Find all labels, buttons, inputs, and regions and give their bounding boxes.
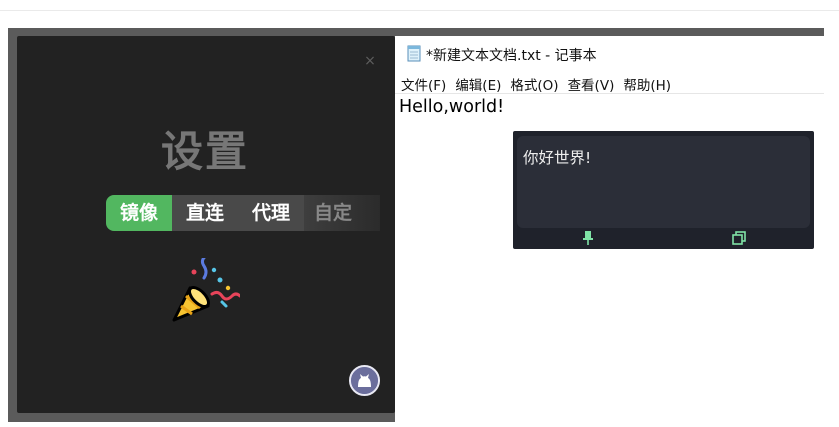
- notepad-icon: [406, 45, 422, 62]
- notepad-menu: 文件(F) 编辑(E) 格式(O) 查看(V) 帮助(H): [401, 74, 671, 94]
- pin-icon[interactable]: [581, 230, 595, 246]
- tab-custom[interactable]: 自定: [304, 195, 380, 231]
- translation-popup: 你好世界!: [513, 131, 814, 249]
- github-icon[interactable]: [349, 365, 380, 396]
- menu-edit[interactable]: 编辑(E): [455, 74, 501, 94]
- translation-text: 你好世界!: [523, 149, 592, 167]
- copy-icon[interactable]: [731, 230, 747, 246]
- party-popper-icon: [168, 254, 242, 328]
- translation-box: 你好世界!: [517, 136, 810, 228]
- menu-view[interactable]: 查看(V): [568, 74, 615, 94]
- menu-format[interactable]: 格式(O): [510, 74, 558, 94]
- menu-help[interactable]: 帮助(H): [623, 74, 671, 94]
- top-divider: [0, 10, 839, 11]
- menu-file[interactable]: 文件(F): [401, 74, 446, 94]
- notepad-title: *新建文本文档.txt - 记事本: [426, 48, 597, 64]
- tab-mirror[interactable]: 镜像: [106, 195, 172, 231]
- tab-proxy[interactable]: 代理: [238, 195, 304, 231]
- menu-divider: [395, 93, 824, 94]
- notepad-titlebar: *新建文本文档.txt - 记事本: [395, 36, 824, 68]
- mode-tabs: 镜像 直连 代理 自定: [106, 195, 380, 231]
- notepad-text-area[interactable]: Hello,world!: [399, 97, 504, 117]
- settings-title: 设置: [160, 127, 249, 176]
- close-icon[interactable]: ×: [362, 53, 378, 69]
- tab-direct[interactable]: 直连: [172, 195, 238, 231]
- popup-toolbar: [513, 229, 814, 249]
